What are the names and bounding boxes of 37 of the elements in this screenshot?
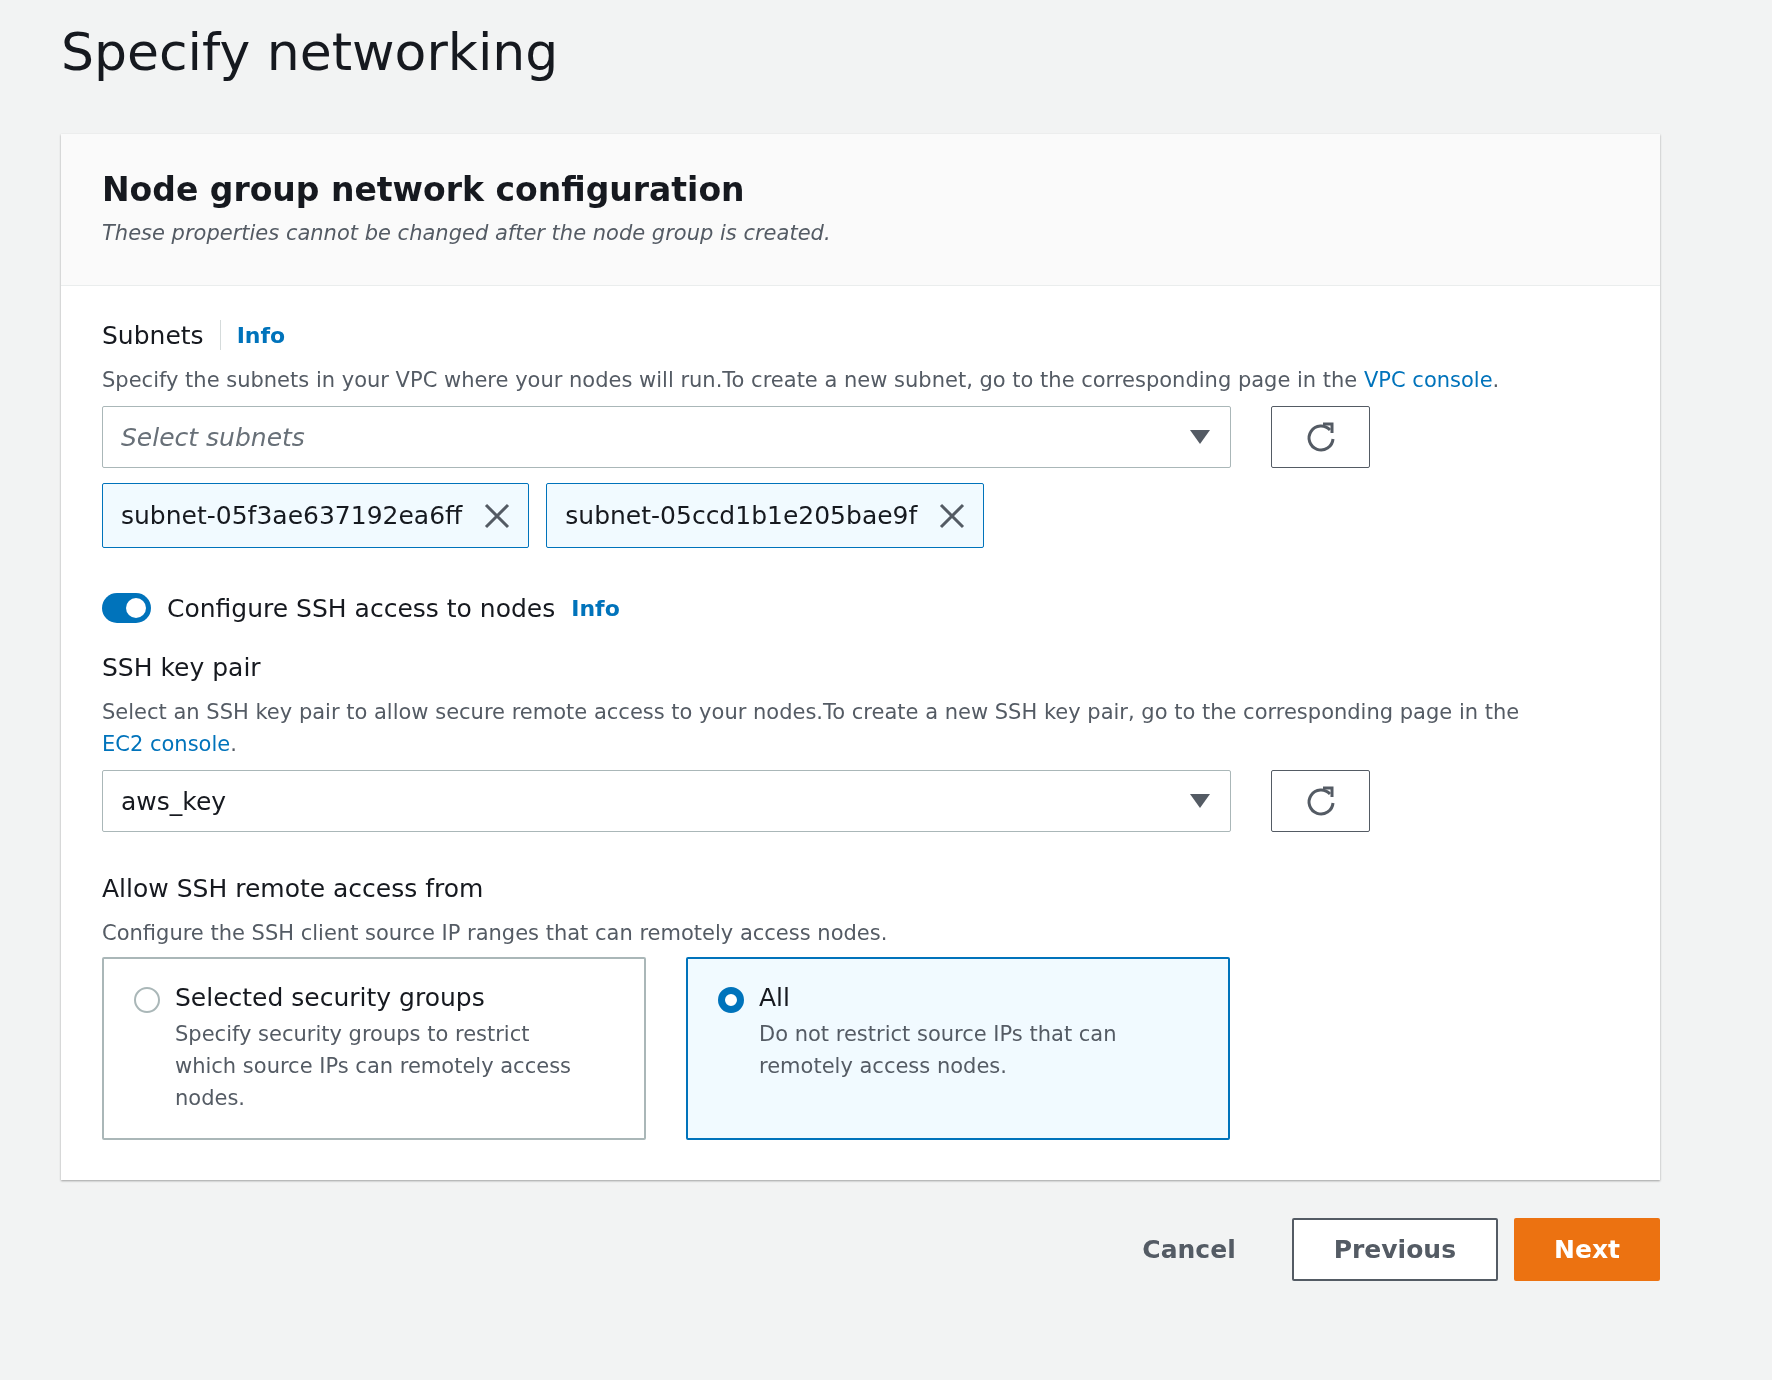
radio-button[interactable] bbox=[134, 987, 160, 1013]
select-field[interactable]: Select subnets bbox=[102, 406, 1231, 468]
field-label: SSH key pair bbox=[102, 653, 262, 682]
option-title: All bbox=[759, 983, 791, 1012]
panel-title: Node group network configuration bbox=[102, 170, 746, 209]
select-field[interactable]: aws_key bbox=[102, 770, 1231, 832]
refresh-button[interactable] bbox=[1271, 770, 1370, 832]
token-label: subnet-05ccd1b1e205bae9f bbox=[565, 501, 918, 530]
close-icon bbox=[939, 502, 966, 529]
option-description: Specify security groups to restrict which source IPs can remotely access nodes. bbox=[175, 1021, 573, 1112]
panel-subtitle: These properties cannot be changed after the node group is created. bbox=[102, 221, 832, 245]
cancel-button[interactable]: Cancel bbox=[1102, 1218, 1276, 1281]
console-link[interactable]: VPC console bbox=[1363, 368, 1493, 392]
toggle-switch[interactable] bbox=[102, 593, 151, 623]
field-description: Specify the subnets in your VPC where your nodes will run.To create a new subnet, go to the corresponding page in the VPC console. bbox=[102, 367, 1501, 394]
field-description: Configure the SSH client source IP ranges that can remotely access nodes. bbox=[102, 920, 889, 947]
caret-icon bbox=[1189, 793, 1211, 809]
info-link[interactable]: Info bbox=[571, 595, 620, 621]
token-label: subnet-05f3ae637192ea6ff bbox=[121, 501, 463, 530]
option-title: Selected security groups bbox=[175, 983, 486, 1012]
console-link[interactable]: EC2 console bbox=[102, 732, 231, 756]
caret-icon bbox=[1189, 429, 1211, 445]
radio-button[interactable] bbox=[718, 987, 744, 1013]
field-label: Allow SSH remote access from bbox=[102, 874, 485, 903]
option-description: Do not restrict source IPs that can remotely access nodes. bbox=[759, 1021, 1118, 1080]
radio-card[interactable]: Selected security groups Specify security groups to restrict which source IPs can remotely access nodes. bbox=[102, 957, 646, 1140]
radio-card[interactable]: All Do not restrict source IPs that can remotely access nodes. bbox=[686, 957, 1230, 1140]
remove-button[interactable] bbox=[939, 502, 966, 529]
toggle-label: Configure SSH access to nodes bbox=[167, 593, 556, 623]
page-title: Specify networking bbox=[61, 21, 560, 84]
previous-button[interactable]: Previous bbox=[1291, 1218, 1499, 1281]
close-icon bbox=[484, 502, 511, 529]
refresh-button[interactable] bbox=[1271, 406, 1370, 468]
field-label: Subnets bbox=[102, 320, 204, 350]
remove-button[interactable] bbox=[484, 502, 511, 529]
field-description: Select an SSH key pair to allow secure remote access to your nodes.To create a new SSH key pair, go to the corresponding page in the EC2 console. bbox=[102, 699, 1521, 758]
info-link[interactable]: Info bbox=[236, 322, 286, 348]
